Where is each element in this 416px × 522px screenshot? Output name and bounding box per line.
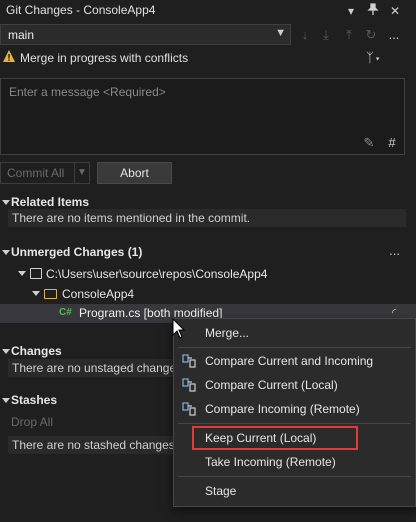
compare-icon — [182, 353, 198, 369]
warning-text: Merge in progress with conflicts — [20, 51, 189, 65]
commit-message-placeholder: Enter a message <Required> — [9, 85, 166, 99]
csharp-file-icon: C# — [59, 307, 72, 318]
window-title: Git Changes - ConsoleApp4 — [6, 3, 156, 17]
pull-icon[interactable]: ⤓ — [317, 26, 335, 44]
section-unmerged-changes[interactable]: Unmerged Changes (1) ... — [0, 243, 416, 261]
chevron-down-icon: ▼ — [275, 27, 286, 39]
folder-node[interactable]: ConsoleApp4 — [0, 285, 416, 304]
menu-item-compare-incoming-remote[interactable]: Compare Incoming (Remote) — [174, 398, 415, 420]
drop-all-button[interactable]: Drop All — [11, 415, 53, 429]
related-empty-text: There are no items mentioned in the comm… — [12, 211, 251, 225]
compare-icon — [182, 401, 198, 417]
repo-node[interactable]: C:\Users\user\source\repos\ConsoleApp4 — [0, 265, 416, 284]
expand-arrow-icon — [2, 349, 10, 354]
pin-icon[interactable] — [364, 2, 382, 20]
expand-arrow-icon — [2, 200, 10, 205]
menu-item-label: Merge... — [205, 326, 250, 340]
section-title: Changes — [11, 344, 62, 358]
sync-icon[interactable]: ↻ — [362, 26, 380, 44]
section-title: Unmerged Changes (1) — [11, 245, 143, 259]
folder-icon — [44, 289, 57, 299]
branch-dropdown[interactable]: main ▼ — [0, 24, 291, 45]
branch-graph-icon[interactable]: ᛉ▾ — [366, 50, 382, 65]
copilot-pen-icon[interactable]: ✎ — [361, 135, 377, 151]
menu-item-label: Compare Current (Local) — [205, 378, 338, 392]
mouse-cursor-icon — [172, 317, 186, 343]
title-bar: Git Changes - ConsoleApp4 ▾ ✕ — [0, 0, 416, 22]
compare-icon — [182, 377, 198, 393]
push-icon[interactable]: ⤒ — [340, 26, 358, 44]
merge-warning: Merge in progress with conflicts ᛉ▾ — [0, 48, 416, 68]
menu-item-stage[interactable]: Stage — [174, 480, 415, 502]
section-title: Stashes — [11, 393, 58, 407]
repo-path: C:\Users\user\source\repos\ConsoleApp4 — [46, 267, 268, 281]
menu-separator — [178, 347, 411, 348]
folder-name: ConsoleApp4 — [62, 287, 135, 301]
context-menu: Merge... Compare Current and Incoming Co… — [173, 318, 416, 507]
close-icon[interactable]: ✕ — [386, 2, 404, 20]
highlight-box — [192, 426, 358, 450]
menu-item-compare-current-local[interactable]: Compare Current (Local) — [174, 374, 415, 396]
expand-arrow-icon — [2, 398, 10, 403]
warning-icon — [2, 49, 16, 63]
commit-dropdown-chevron-icon[interactable]: ▼ — [74, 162, 90, 184]
menu-separator — [178, 423, 411, 424]
fetch-icon[interactable]: ↓ — [296, 26, 314, 44]
related-empty: There are no items mentioned in the comm… — [8, 209, 406, 227]
repository-icon — [30, 268, 42, 279]
chevron-down-icon[interactable]: ▾ — [342, 2, 360, 20]
commit-message-input[interactable]: Enter a message <Required> ✎ # — [0, 78, 405, 155]
more-options-icon[interactable]: ... — [389, 243, 400, 258]
section-title: Related Items — [11, 195, 90, 209]
menu-item-compare-current-and-incoming[interactable]: Compare Current and Incoming — [174, 350, 415, 372]
expand-arrow-icon — [18, 271, 26, 276]
menu-separator — [178, 476, 411, 477]
menu-item-label: Stage — [205, 484, 237, 498]
expand-arrow-icon — [32, 291, 40, 296]
menu-item-label: Take Incoming (Remote) — [205, 455, 336, 469]
menu-item-merge[interactable]: Merge... — [174, 322, 415, 344]
branch-name: main — [8, 28, 35, 42]
expand-arrow-icon — [2, 250, 10, 255]
commit-all-button[interactable]: Commit All — [0, 162, 75, 184]
menu-item-label: Compare Current and Incoming — [205, 354, 374, 368]
changes-empty-text: There are no unstaged changes. — [12, 361, 186, 375]
menu-item-label: Compare Incoming (Remote) — [205, 402, 360, 416]
hash-icon[interactable]: # — [384, 135, 400, 151]
more-options-icon[interactable]: ... — [385, 26, 403, 44]
stashes-empty-text: There are no stashed changes. — [12, 438, 179, 452]
menu-item-take-incoming-remote[interactable]: Take Incoming (Remote) — [174, 451, 415, 473]
abort-button[interactable]: Abort — [97, 162, 172, 184]
